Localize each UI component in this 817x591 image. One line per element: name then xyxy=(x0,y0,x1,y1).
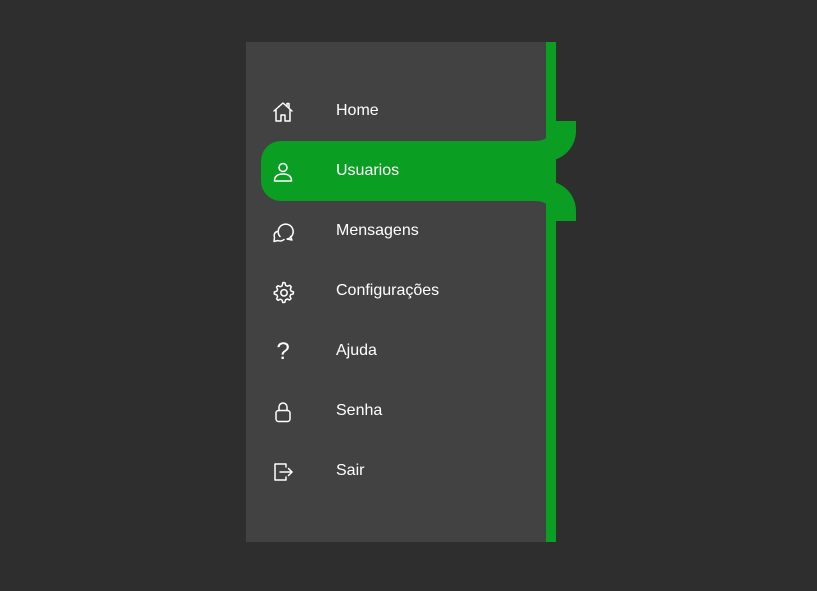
gear-icon xyxy=(270,279,296,305)
home-icon xyxy=(270,99,296,125)
menu-item-senha[interactable]: Senha xyxy=(246,381,546,441)
chat-icon xyxy=(270,219,296,245)
menu-item-sair[interactable]: Sair xyxy=(246,441,546,501)
menu-item-label: Usuarios xyxy=(336,162,400,179)
menu-item-ajuda[interactable]: ? Ajuda xyxy=(246,321,546,381)
navigation-menu: Home Usuarios Mensagens Configurações ? … xyxy=(246,42,556,542)
accent-bar xyxy=(546,42,556,542)
menu-item-usuarios[interactable]: Usuarios xyxy=(261,141,556,201)
menu-item-configuracoes[interactable]: Configurações xyxy=(246,261,546,321)
menu-item-label: Mensagens xyxy=(336,222,419,239)
menu-item-mensagens[interactable]: Mensagens xyxy=(246,201,546,261)
menu-list: Home Usuarios Mensagens Configurações ? … xyxy=(246,81,556,501)
menu-item-label: Sair xyxy=(336,462,365,479)
user-icon xyxy=(270,159,296,185)
menu-item-label: Senha xyxy=(336,402,383,419)
lock-icon xyxy=(270,399,296,425)
help-glyph: ? xyxy=(276,338,290,365)
help-icon: ? xyxy=(270,339,296,365)
menu-item-home[interactable]: Home xyxy=(246,81,546,141)
menu-item-label: Ajuda xyxy=(336,342,377,359)
logout-icon xyxy=(270,459,296,485)
menu-item-label: Home xyxy=(336,102,379,119)
menu-item-label: Configurações xyxy=(336,282,440,299)
